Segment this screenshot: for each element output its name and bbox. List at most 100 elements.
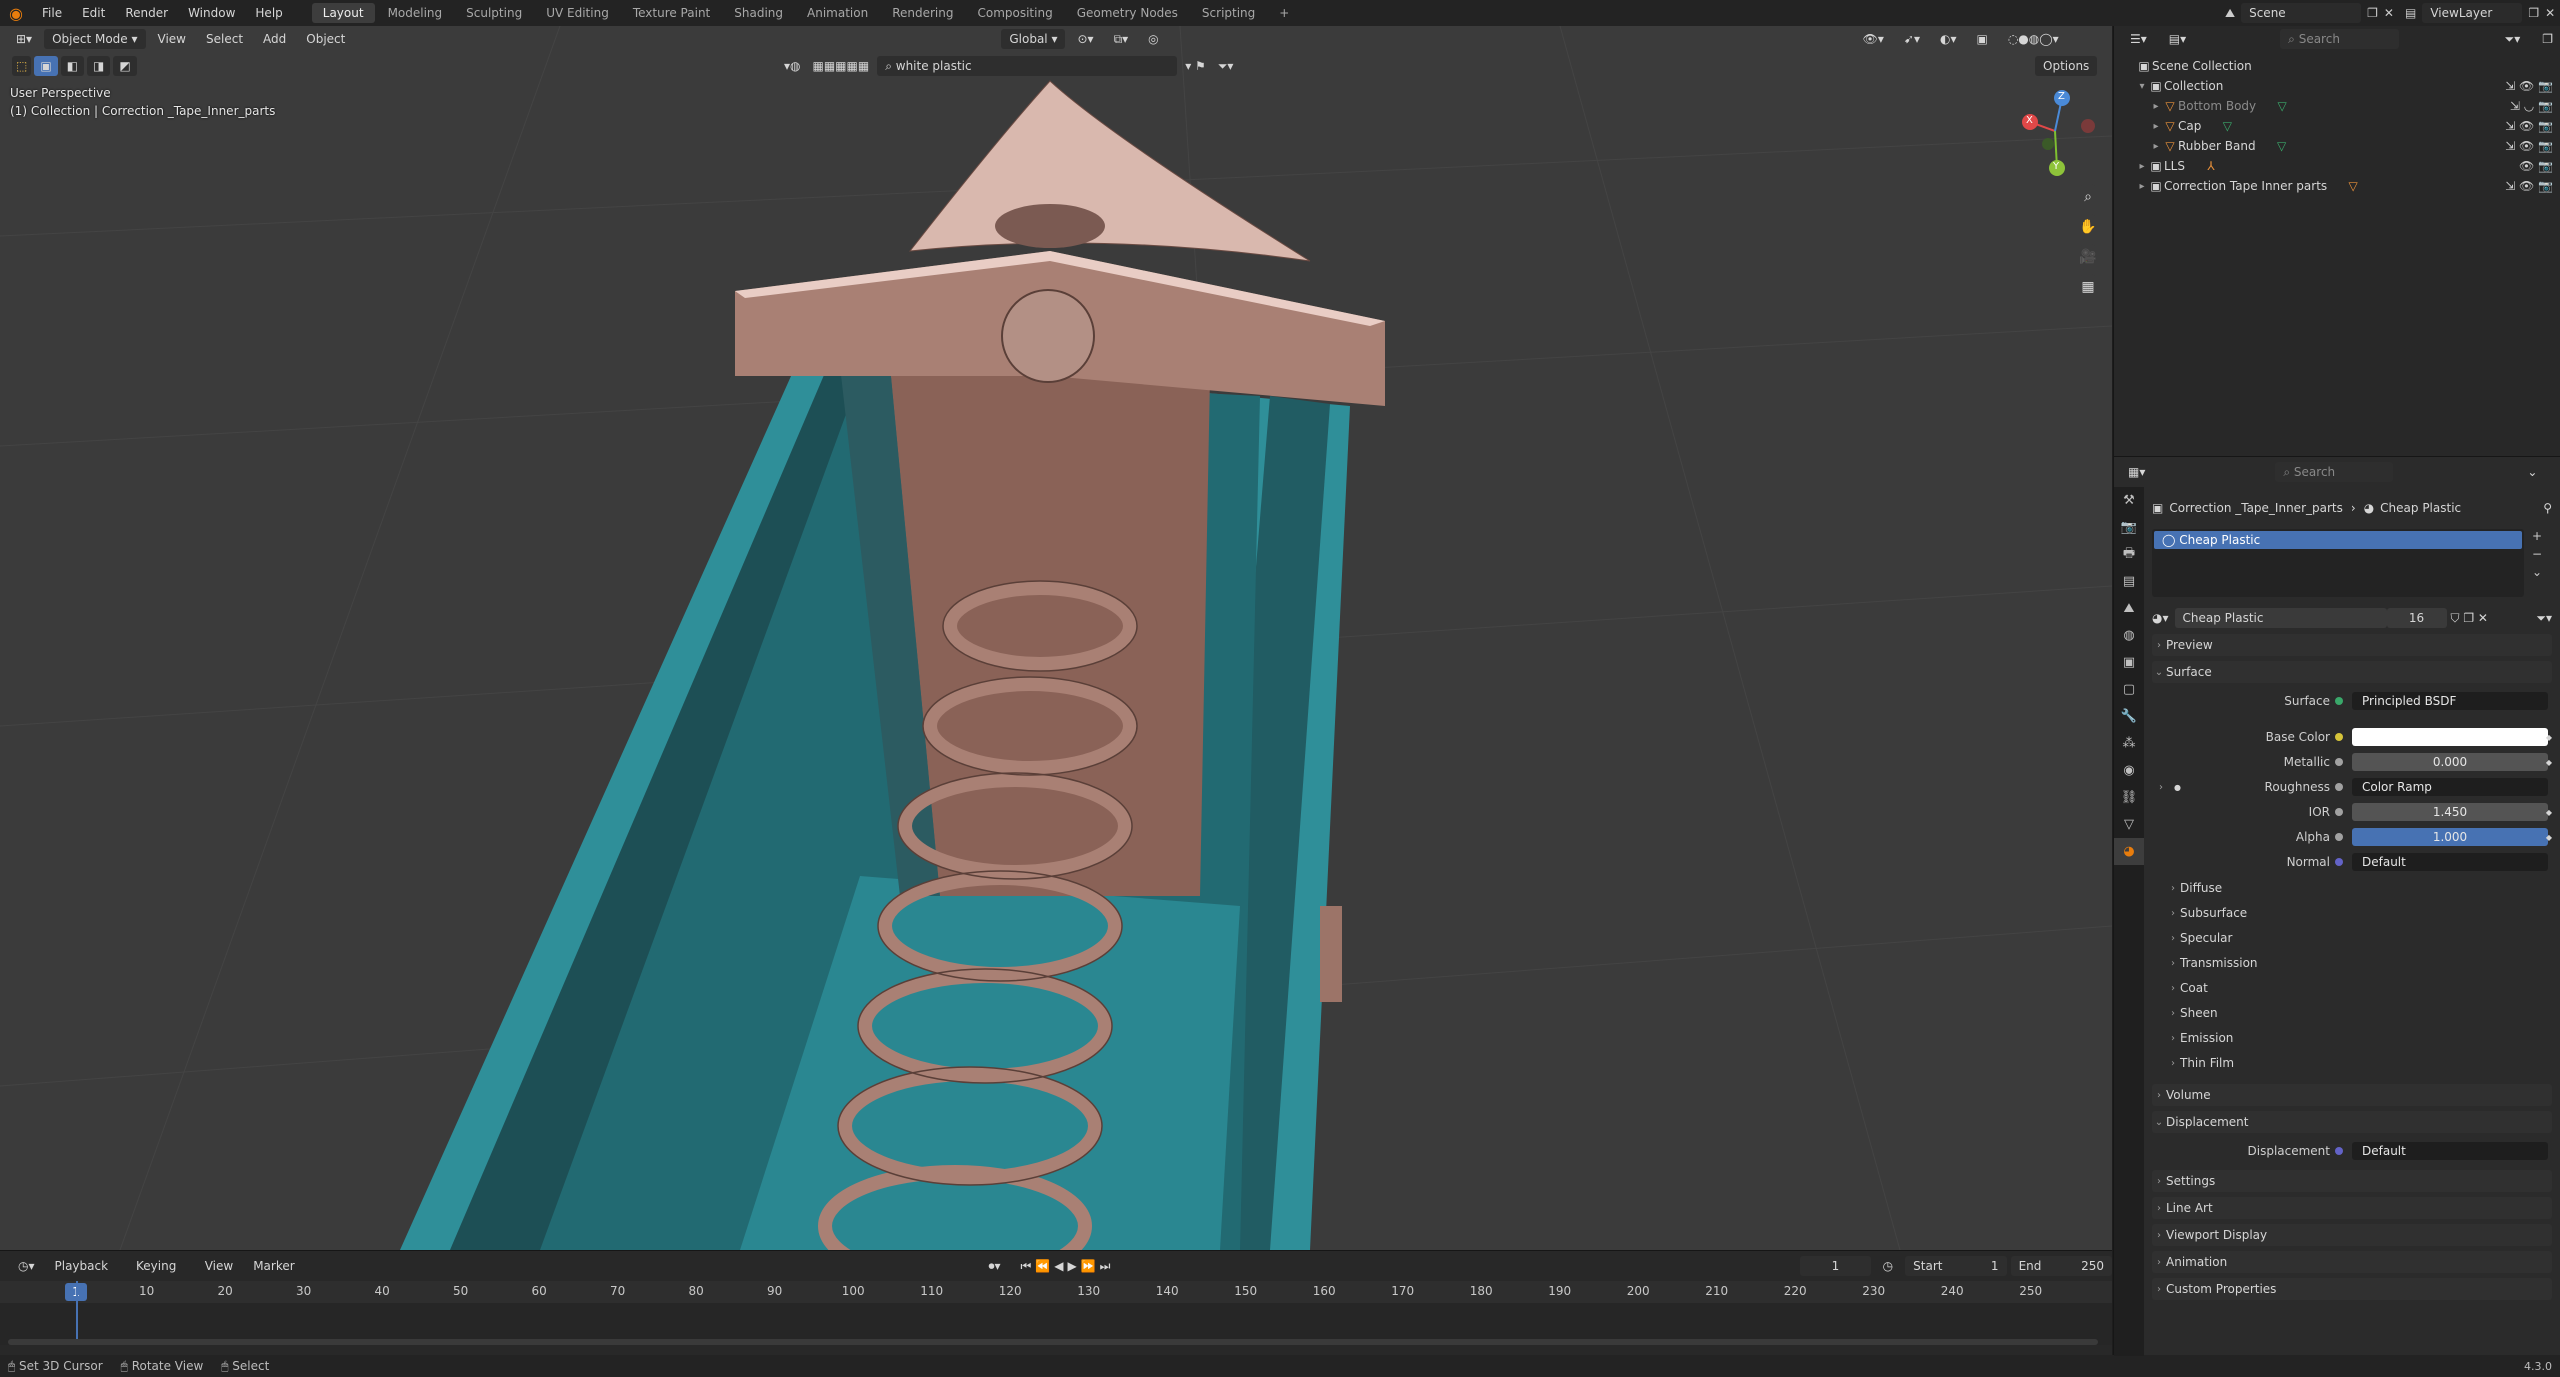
outliner-editor-icon[interactable]: ☰▾ (2122, 29, 2155, 49)
new-collection-icon[interactable]: ❐ (2534, 29, 2560, 49)
fake-user-icon[interactable]: ⛉ ❐ ✕ (2451, 611, 2488, 626)
menu-select[interactable]: Select (198, 29, 251, 49)
remove-slot-icon[interactable]: − (2532, 547, 2542, 561)
physics-tab-icon[interactable]: ◉ (2114, 757, 2144, 784)
subpanel-emission[interactable]: › Emission (2152, 1027, 2552, 1049)
menu-add[interactable]: Add (255, 29, 294, 49)
particles-tab-icon[interactable]: ⁂ (2114, 730, 2144, 757)
select-mode-subtract-icon[interactable]: ◨ (87, 56, 111, 76)
slot-menu-icon[interactable]: ⌄ (2532, 565, 2542, 579)
subpanel-transmission[interactable]: › Transmission (2152, 952, 2552, 974)
mode-dropdown[interactable]: Object Mode ▾ (44, 29, 146, 49)
menu-marker[interactable]: Marker (245, 1256, 302, 1276)
normal-field[interactable]: Default (2352, 853, 2548, 871)
keyframe-dot-icon[interactable]: ◆ (2546, 758, 2552, 767)
material-name-field[interactable]: Cheap Plastic (2174, 608, 2387, 628)
material-slot-list[interactable]: ◯ Cheap Plastic (2152, 529, 2524, 597)
material-user-count[interactable]: 16 (2386, 608, 2447, 628)
tab-sculpting[interactable]: Sculpting (455, 3, 533, 23)
tab-shading[interactable]: Shading (723, 3, 794, 23)
outliner-row-correction-tape[interactable]: ▸ ▣ Correction Tape Inner parts ▽ ⇲ 👁 📷 (2114, 176, 2560, 196)
menu-edit[interactable]: Edit (72, 0, 115, 26)
row-visibility-icons[interactable]: ⇲ 👁 📷 (2505, 139, 2553, 153)
base-color-swatch[interactable] (2352, 728, 2548, 746)
menu-playback[interactable]: Playback ▾ (47, 1256, 125, 1293)
record-icon[interactable]: ⏺▾ (981, 1256, 1009, 1276)
panel-animation[interactable]: › Animation (2152, 1251, 2552, 1273)
shading-modes-icon[interactable]: ◌●◍◯▾ (2000, 29, 2067, 49)
row-visibility-icons[interactable]: ⇲ ◡ 📷 (2510, 99, 2553, 113)
transform-orientation-dropdown[interactable]: Global ▾ (1001, 29, 1066, 49)
constraints-tab-icon[interactable]: ⛓ (2114, 784, 2144, 811)
expand-arrow-icon[interactable]: ▸ (2136, 161, 2148, 172)
menu-help[interactable]: Help (245, 0, 292, 26)
tab-uv-editing[interactable]: UV Editing (535, 3, 620, 23)
overlay-toggle-icon[interactable]: ◐▾ (1932, 29, 1965, 49)
panel-preview[interactable]: › Preview (2152, 634, 2552, 656)
pan-hand-icon[interactable]: ✋ (2075, 214, 2101, 240)
outliner-row-scene-collection[interactable]: ▣ Scene Collection (2114, 56, 2560, 76)
select-box-icon[interactable]: ⬚ (12, 56, 32, 76)
keyframe-dot-icon[interactable]: ◆ (2546, 733, 2552, 742)
panel-volume[interactable]: › Volume (2152, 1084, 2552, 1106)
tab-geometry-nodes[interactable]: Geometry Nodes (1066, 3, 1189, 23)
object-tab-icon[interactable]: ▢ (2114, 676, 2144, 703)
grid-perspective-icon[interactable]: ▦ (2075, 274, 2101, 300)
panel-settings[interactable]: › Settings (2152, 1170, 2552, 1192)
metallic-field[interactable]: 0.000 (2352, 753, 2548, 771)
add-slot-icon[interactable]: + (2532, 529, 2542, 543)
3d-viewport[interactable]: ⊞▾ Object Mode ▾ View Select Add Object … (0, 26, 2112, 1250)
timeline-ruler[interactable]: 1102030405060708090100110120130140150160… (0, 1281, 2112, 1303)
tab-animation[interactable]: Animation (796, 3, 879, 23)
material-filter-icon[interactable]: ⏷▾ (2536, 611, 2552, 626)
material-tab-icon[interactable]: ◕ (2114, 838, 2144, 865)
alpha-field[interactable]: 1.000 (2352, 828, 2548, 846)
row-visibility-icons[interactable]: 👁 📷 (2519, 159, 2553, 173)
pin-icon[interactable]: ⚲ (2543, 501, 2552, 515)
select-mode-invert-icon[interactable]: ◩ (113, 56, 137, 76)
delete-view-layer-icon[interactable]: ✕ (2545, 6, 2555, 20)
outliner-row-lls[interactable]: ▸ ▣ LLS ⅄ 👁 📷 (2114, 156, 2560, 176)
menu-window[interactable]: Window (178, 0, 245, 26)
expand-arrow-icon[interactable]: ▸ (2150, 141, 2162, 152)
subpanel-subsurface[interactable]: › Subsurface (2152, 902, 2552, 924)
visibility-icon[interactable]: 👁▾ (1855, 29, 1892, 49)
preview-range-icon[interactable]: ◷ (1875, 1256, 1901, 1276)
render-tab-icon[interactable]: 📷 (2114, 514, 2144, 541)
start-frame-field[interactable]: Start 1 (1905, 1256, 2007, 1276)
ior-field[interactable]: 1.450 (2352, 803, 2548, 821)
subpanel-specular[interactable]: › Specular (2152, 927, 2552, 949)
playback-controls-icon[interactable]: ⏮⏪◀▶⏩⏭ (1013, 1256, 1123, 1276)
menu-timeline-view[interactable]: View (197, 1256, 241, 1276)
gizmo-toggle-icon[interactable]: ➹▾ (1896, 29, 1928, 49)
material-slot-selected[interactable]: ◯ Cheap Plastic (2154, 531, 2522, 549)
data-tab-icon[interactable]: ▽ (2114, 811, 2144, 838)
menu-view[interactable]: View (150, 29, 194, 49)
modifier-tab-icon[interactable]: 🔧 (2114, 703, 2144, 730)
expand-arrow-icon[interactable]: ▸ (2150, 121, 2162, 132)
view-layer-selector[interactable]: ▤ ViewLayer ❐ ✕ (2405, 3, 2555, 23)
view-layer-field[interactable]: ViewLayer (2422, 3, 2523, 23)
menu-object[interactable]: Object (298, 29, 353, 49)
end-frame-field[interactable]: End 250 (2010, 1256, 2112, 1276)
displacement-field[interactable]: Default (2352, 1142, 2548, 1160)
expand-arrow-icon[interactable]: ▾ (2136, 81, 2148, 92)
tab-modeling[interactable]: Modeling (377, 3, 454, 23)
timeline-scrollbar[interactable] (8, 1339, 2098, 1345)
select-mode-extend-icon[interactable]: ◧ (60, 56, 85, 76)
new-scene-icon[interactable]: ❐ (2367, 6, 2378, 20)
outliner-row-collection[interactable]: ▾ ▣ Collection ⇲ 👁 📷 (2114, 76, 2560, 96)
filter-funnel-icon[interactable]: ⏷▾ (1214, 56, 1238, 76)
proportional-edit-icon[interactable]: ◎ (1140, 29, 1166, 49)
subpanel-sheen[interactable]: › Sheen (2152, 1002, 2552, 1024)
xray-icon[interactable]: ▣ (1968, 29, 1995, 49)
outliner-filter-icon[interactable]: ⏷▾ (2497, 29, 2529, 49)
current-frame-field[interactable]: 1 (1800, 1256, 1871, 1276)
tab-texture-paint[interactable]: Texture Paint (622, 3, 721, 23)
menu-render[interactable]: Render (115, 0, 178, 26)
panel-custom-properties[interactable]: › Custom Properties (2152, 1278, 2552, 1300)
asset-search-input[interactable]: ⌕ white plastic (877, 56, 1178, 76)
bookmark-icon[interactable]: ▾ ⚑ (1181, 56, 1210, 76)
timeline-editor-icon[interactable]: ◷▾ (10, 1256, 43, 1276)
keyframe-dot-icon[interactable]: ◆ (2546, 808, 2552, 817)
